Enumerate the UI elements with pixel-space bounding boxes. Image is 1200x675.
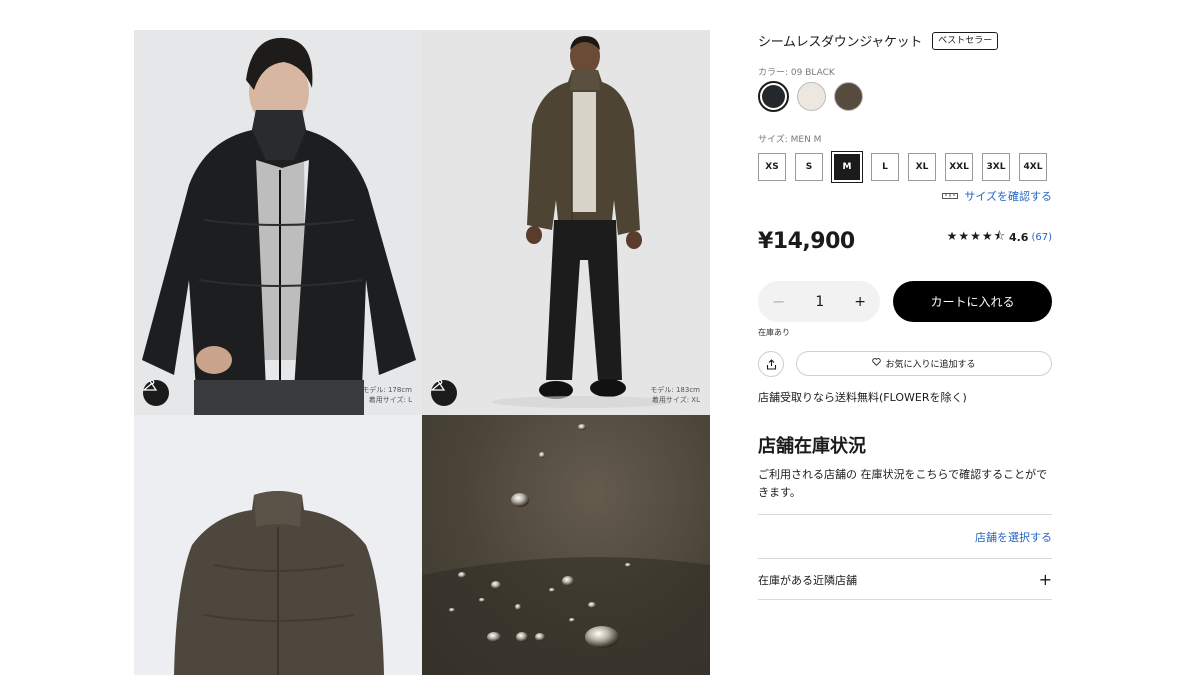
color-swatches bbox=[758, 81, 863, 112]
color-swatch-offwhite[interactable] bbox=[797, 82, 826, 111]
gallery-image-1[interactable]: モデル: 178cm 着用サイズ: L bbox=[134, 30, 422, 415]
image-gallery: モデル: 178cm 着用サイズ: L モデル: 183cm 着用サイズ: XL bbox=[134, 30, 710, 675]
store-stock-description: ご利用される店舗の 在庫状況をこちらで確認することができます。 bbox=[758, 468, 1048, 499]
plus-icon: + bbox=[1038, 570, 1052, 589]
nearby-stores-label: 在庫がある近隣店舗 bbox=[758, 573, 857, 587]
product-page: モデル: 178cm 着用サイズ: L モデル: 183cm 着用サイズ: XL… bbox=[0, 0, 1200, 675]
model-info: モデル: 183cm 着用サイズ: XL bbox=[650, 385, 700, 405]
size-option-xs[interactable]: XS bbox=[758, 153, 786, 181]
decrease-icon[interactable]: − bbox=[772, 292, 785, 311]
size-option-xl[interactable]: XL bbox=[908, 153, 936, 181]
size-guide-label: サイズを確認する bbox=[964, 190, 1052, 203]
hanger-icon[interactable] bbox=[431, 380, 457, 406]
size-option-4xl[interactable]: 4XL bbox=[1019, 153, 1047, 181]
model-height: モデル: 183cm bbox=[650, 386, 700, 394]
divider bbox=[758, 599, 1052, 600]
size-option-l[interactable]: L bbox=[871, 153, 899, 181]
size-label: サイズ: MEN M bbox=[758, 135, 822, 145]
model-height: モデル: 178cm bbox=[362, 386, 412, 394]
rating-value: 4.6 bbox=[1008, 231, 1029, 244]
divider bbox=[758, 558, 1052, 559]
rating[interactable]: ★★★★⯪ 4.6 (67) bbox=[947, 227, 1052, 248]
size-guide-link[interactable]: サイズを確認する bbox=[942, 188, 1052, 204]
favorite-label: お気に入りに追加する bbox=[885, 360, 976, 370]
product-title: シームレスダウンジャケット bbox=[758, 35, 923, 50]
gallery-image-3[interactable] bbox=[134, 415, 422, 675]
color-label: カラー: 09 BLACK bbox=[758, 68, 835, 78]
title-row: シームレスダウンジャケット ベストセラー bbox=[758, 30, 1052, 51]
increase-icon[interactable]: + bbox=[854, 294, 866, 310]
model-size: 着用サイズ: XL bbox=[651, 396, 700, 404]
size-option-xxl[interactable]: XXL bbox=[945, 153, 973, 181]
ruler-icon bbox=[942, 190, 959, 203]
stock-status: 在庫あり bbox=[758, 328, 790, 337]
model-info: モデル: 178cm 着用サイズ: L bbox=[362, 385, 412, 405]
quantity-stepper: − 1 + bbox=[758, 281, 880, 322]
size-option-m[interactable]: M bbox=[831, 151, 863, 183]
star-rating-icon: ★★★★⯪ bbox=[946, 229, 1006, 243]
bestseller-badge: ベストセラー bbox=[932, 31, 999, 50]
size-option-s[interactable]: S bbox=[795, 153, 823, 181]
shipping-info: 店舗受取りなら送料無料(FLOWERを除く) bbox=[758, 391, 967, 404]
share-icon bbox=[766, 355, 777, 374]
add-to-cart-button[interactable]: カートに入れる bbox=[893, 281, 1052, 322]
review-count[interactable]: (67) bbox=[1031, 232, 1052, 243]
hanger-icon[interactable] bbox=[143, 380, 169, 406]
gallery-image-2[interactable]: モデル: 183cm 着用サイズ: XL bbox=[422, 30, 710, 415]
quantity-value[interactable]: 1 bbox=[815, 294, 824, 310]
gallery-image-4[interactable] bbox=[422, 415, 710, 675]
heart-icon bbox=[872, 358, 882, 369]
nearby-stores-toggle[interactable]: 在庫がある近隣店舗 + bbox=[758, 570, 1052, 589]
model-size: 着用サイズ: L bbox=[368, 396, 412, 404]
color-swatch-black[interactable] bbox=[758, 81, 789, 112]
product-info: シームレスダウンジャケット ベストセラー カラー: 09 BLACK サイズ: … bbox=[758, 30, 1052, 600]
size-options: XS S M L XL XXL 3XL 4XL bbox=[758, 151, 1047, 183]
add-to-favorites-button[interactable]: お気に入りに追加する bbox=[796, 351, 1052, 376]
product-price: ¥14,900 bbox=[758, 229, 855, 254]
share-button[interactable] bbox=[758, 351, 784, 377]
size-option-3xl[interactable]: 3XL bbox=[982, 153, 1010, 181]
store-stock-heading: 店舗在庫状況 bbox=[758, 436, 866, 457]
select-store-link[interactable]: 店舗を選択する bbox=[975, 529, 1052, 545]
divider bbox=[758, 514, 1052, 515]
color-swatch-brown[interactable] bbox=[834, 82, 863, 111]
